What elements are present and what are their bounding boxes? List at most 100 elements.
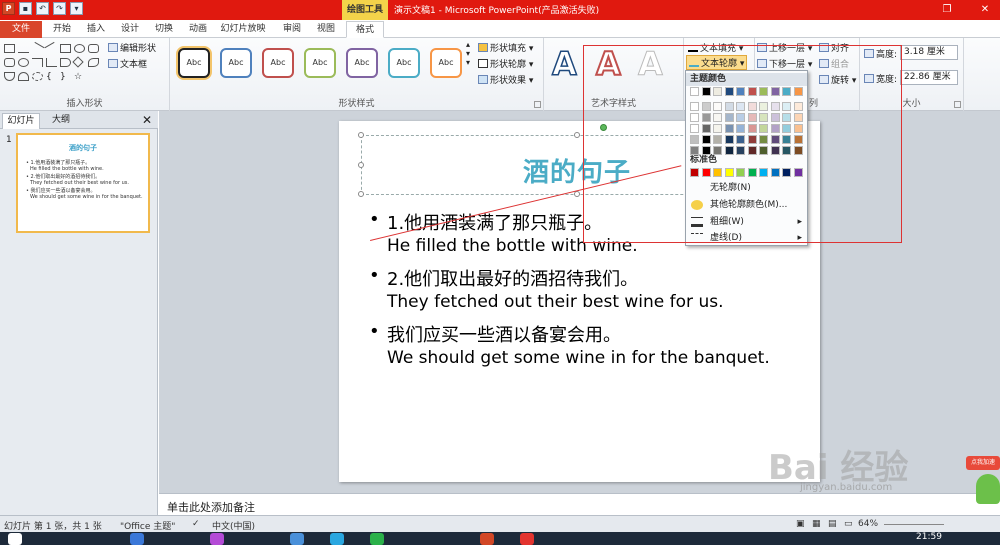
customize-toolbar-icon[interactable]: ▾ — [70, 2, 83, 15]
shape-rectangle-icon[interactable] — [60, 44, 71, 53]
tab-transitions[interactable]: 切换 — [150, 21, 178, 38]
spellcheck-icon[interactable]: ✓ — [192, 519, 200, 529]
group-shape-styles: Abc Abc Abc Abc Abc Abc Abc ▴ ▾ ▾ 形状填充 ▾ 形… — [170, 38, 544, 111]
shape-style-blue[interactable]: Abc — [220, 48, 252, 78]
redo-icon[interactable]: ↷ — [53, 2, 66, 15]
height-input[interactable]: 3.18 厘米 — [900, 45, 958, 60]
tab-insert[interactable]: 插入 — [82, 21, 110, 38]
shape-style-aqua[interactable]: Abc — [388, 48, 420, 78]
shape-style-green[interactable]: Abc — [304, 48, 336, 78]
shape-diamond-icon[interactable] — [72, 56, 84, 68]
bullet-item[interactable]: • 我们应买一些酒以备宴会用。 — [369, 321, 621, 347]
resize-handle[interactable] — [574, 132, 580, 138]
shape-effects-button[interactable]: 形状效果 ▾ — [478, 73, 533, 86]
taskbar-powerpoint-icon[interactable] — [480, 533, 494, 545]
thumbnail-line: We should get some wine in for the banqu… — [30, 194, 143, 200]
slide-sorter-icon[interactable]: ▦ — [812, 519, 821, 529]
shape-arc-icon[interactable] — [88, 58, 99, 67]
powerpoint-window: P ▪ ↶ ↷ ▾ 绘图工具 演示文稿1 - Microsoft PowerPo… — [0, 0, 1000, 545]
shape-outline-button[interactable]: 形状轮廓 ▾ — [478, 57, 533, 70]
slide-thumbnail[interactable]: 酒的句子 • 1.他用酒装满了那只瓶子。 He filled the bottl… — [16, 133, 150, 233]
tab-home[interactable]: 开始 — [48, 21, 76, 38]
annotation-red-box — [583, 45, 902, 243]
normal-view-icon[interactable]: ▣ — [796, 519, 805, 529]
shape-line-icon[interactable] — [18, 44, 29, 53]
shape-circle-icon[interactable] — [18, 58, 29, 67]
undo-icon[interactable]: ↶ — [36, 2, 49, 15]
shape-textbox-icon[interactable] — [4, 44, 15, 53]
tab-animations[interactable]: 动画 — [184, 21, 212, 38]
tab-slides[interactable]: 幻灯片 — [2, 113, 40, 129]
taskbar-app-icon[interactable] — [330, 533, 344, 545]
ribbon-tabs: 文件 开始 插入 设计 切换 动画 幻灯片放映 审阅 视图 格式 — [0, 20, 1000, 38]
size-launcher-icon[interactable] — [954, 101, 961, 108]
shape-arrow-icon[interactable] — [60, 58, 71, 67]
shape-brace-left-icon[interactable]: { — [46, 72, 57, 82]
resize-handle[interactable] — [574, 191, 580, 197]
zoom-slider[interactable] — [884, 524, 944, 525]
zoom-level[interactable]: 64% — [858, 519, 878, 529]
shape-elbow-icon[interactable] — [32, 58, 43, 67]
shape-curve-icon[interactable] — [4, 72, 15, 81]
shape-connector-icon[interactable] — [46, 58, 57, 67]
taskbar-app-icon[interactable] — [210, 533, 224, 545]
bullet-sub-text[interactable]: We should get some wine in for the banqu… — [387, 348, 770, 368]
save-icon[interactable]: ▪ — [19, 2, 32, 15]
tab-outline[interactable]: 大纲 — [44, 113, 78, 129]
bullet-sub-text[interactable]: They fetched out their best wine for us. — [387, 292, 723, 312]
shape-freeform-icon[interactable] — [32, 72, 43, 81]
taskbar-app-icon[interactable] — [290, 533, 304, 545]
resize-handle[interactable] — [358, 191, 364, 197]
restore-window-icon[interactable]: ❐ — [940, 3, 954, 17]
shape-arrow-line-icon[interactable] — [44, 41, 59, 56]
slideshow-view-icon[interactable]: ▭ — [844, 519, 853, 529]
shape-styles-scroll-icon[interactable]: ▴ ▾ ▾ — [466, 40, 470, 67]
shape-wave-icon[interactable] — [18, 72, 29, 81]
shape-star-icon[interactable]: ☆ — [74, 72, 85, 82]
shape-brace-right-icon[interactable]: } — [60, 72, 71, 82]
shape-diagonal-line-icon[interactable] — [30, 41, 45, 56]
shape-styles-launcher-icon[interactable] — [534, 101, 541, 108]
shape-fill-button[interactable]: 形状填充 ▾ — [478, 41, 533, 54]
tab-view[interactable]: 视图 — [312, 21, 340, 38]
bullet-item[interactable]: • 1.他用酒装满了那只瓶子。 — [369, 209, 602, 235]
shape-rounded-rect-icon[interactable] — [88, 44, 99, 53]
shape-styles-group-label: 形状样式 — [338, 99, 375, 109]
insert-shapes-group-label: 插入形状 — [66, 99, 103, 109]
bullet-item[interactable]: • 2.他们取出最好的酒招待我们。 — [369, 265, 638, 291]
corner-badge[interactable]: 点我加速 — [966, 456, 1000, 470]
tab-format[interactable]: 格式 — [346, 21, 384, 38]
tab-slideshow[interactable]: 幻灯片放映 — [216, 21, 270, 38]
taskbar-app-icon[interactable] — [370, 533, 384, 545]
shape-rounded-icon[interactable] — [4, 58, 15, 67]
shape-style-black[interactable]: Abc — [178, 48, 210, 78]
width-input[interactable]: 22.86 厘米 — [900, 70, 958, 85]
drawing-tools-context-title: 绘图工具 — [342, 0, 388, 20]
close-window-icon[interactable]: ✕ — [978, 3, 992, 17]
shape-style-red[interactable]: Abc — [262, 48, 294, 78]
shape-oval-icon[interactable] — [74, 44, 85, 53]
tab-design[interactable]: 设计 — [116, 21, 144, 38]
language-status[interactable]: 中文(中国) — [212, 519, 255, 532]
tab-review[interactable]: 审阅 — [278, 21, 306, 38]
title-bar: P ▪ ↶ ↷ ▾ 绘图工具 演示文稿1 - Microsoft PowerPo… — [0, 0, 1000, 20]
taskbar-app-icon[interactable] — [130, 533, 144, 545]
edit-shape-button[interactable]: 编辑形状 — [108, 41, 156, 54]
start-icon[interactable] — [8, 533, 22, 545]
text-box-button[interactable]: 文本框 — [108, 57, 147, 70]
taskbar-app-icon[interactable] — [520, 533, 534, 545]
text-box-icon — [108, 59, 118, 68]
close-pane-icon[interactable]: ✕ — [140, 113, 154, 129]
tab-file[interactable]: 文件 — [0, 21, 42, 38]
shape-style-purple[interactable]: Abc — [346, 48, 378, 78]
thumbnail-line: • 1.他用酒装满了那只瓶子。 — [26, 160, 91, 166]
wordart-style-blue-outline[interactable]: A — [551, 44, 577, 84]
status-bar: 幻灯片 第 1 张，共 1 张 "Office 主题" ✓ 中文(中国) ▣ ▦… — [0, 515, 1000, 532]
powerpoint-app-icon[interactable]: P — [2, 2, 15, 15]
watermark-url: jingyan.baidu.com — [800, 482, 893, 493]
shape-style-orange[interactable]: Abc — [430, 48, 462, 78]
notes-pane[interactable]: 单击此处添加备注 — [159, 493, 1000, 515]
reading-view-icon[interactable]: ▤ — [828, 519, 837, 529]
bullet-dot: • — [369, 321, 380, 342]
resize-handle[interactable] — [358, 132, 364, 138]
